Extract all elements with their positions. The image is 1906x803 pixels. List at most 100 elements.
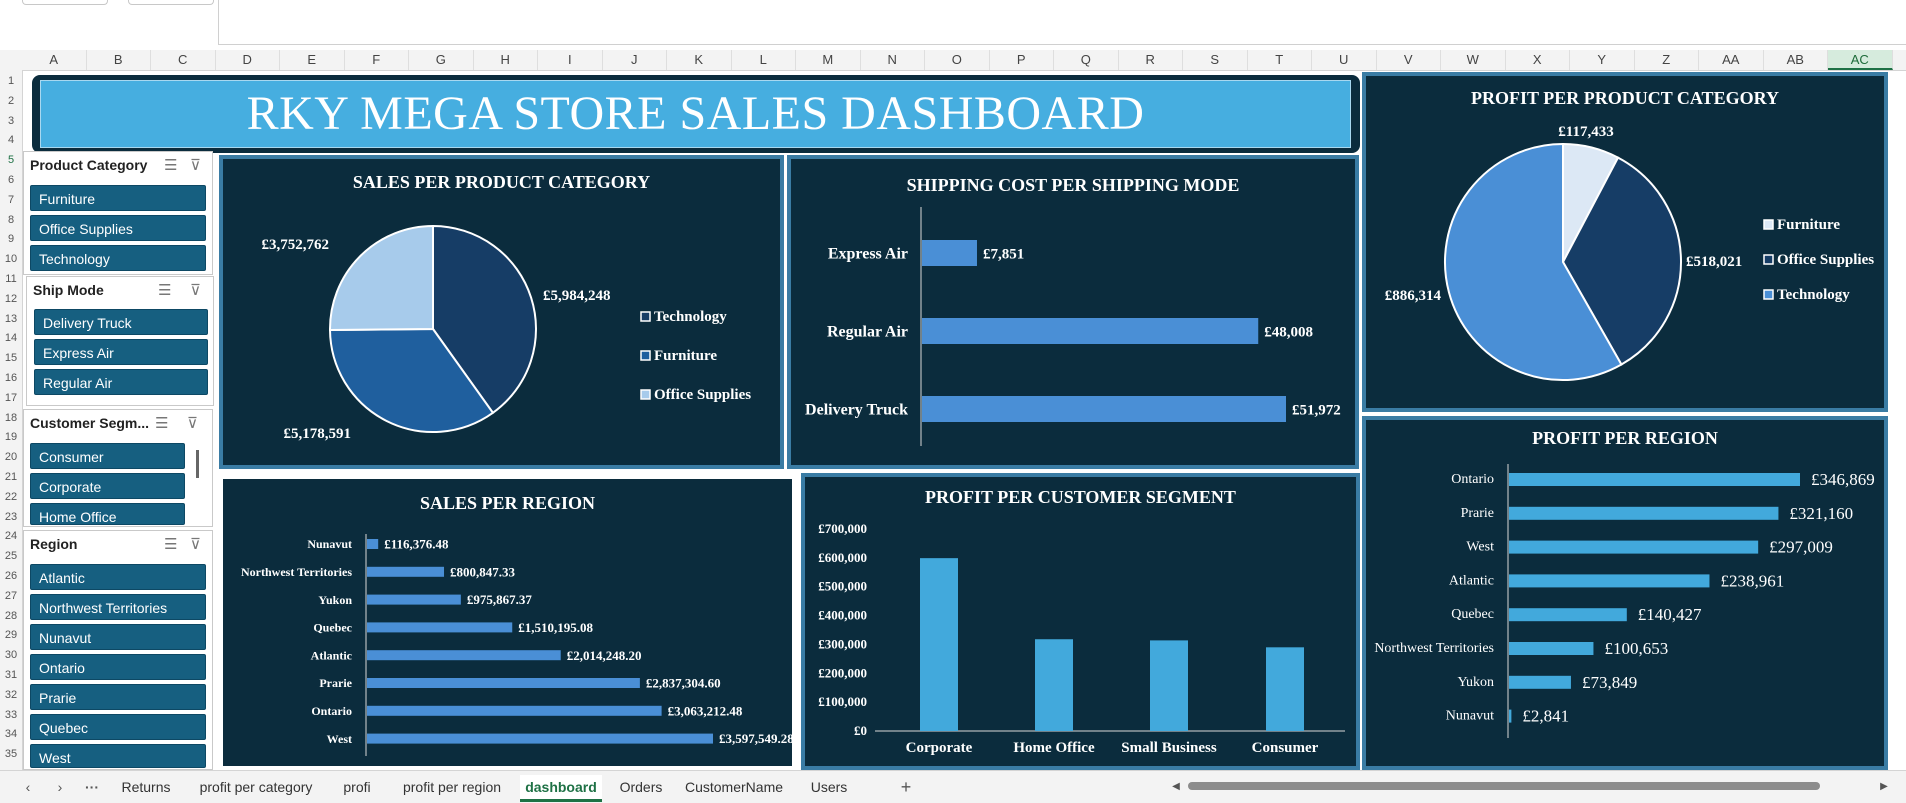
column-header[interactable]: U xyxy=(1312,50,1377,70)
slicer-item[interactable]: West xyxy=(30,744,206,768)
column-header[interactable]: D xyxy=(216,50,280,70)
row-header[interactable]: 7 xyxy=(0,193,22,208)
sheet-tab[interactable]: CustomerName xyxy=(680,775,788,799)
row-header[interactable]: 34 xyxy=(0,727,22,742)
sheet-tab[interactable]: profi xyxy=(334,775,380,799)
column-header[interactable]: AA xyxy=(1699,50,1764,70)
row-header[interactable]: 14 xyxy=(0,331,22,346)
more-sheets-icon[interactable]: ··· xyxy=(82,775,102,799)
sheet-tab[interactable]: dashboard xyxy=(520,775,602,802)
slicer-item[interactable]: Corporate xyxy=(30,473,185,499)
next-sheet-icon[interactable]: › xyxy=(50,775,70,799)
slicer-ship-mode[interactable]: Ship Mode ☰ ⊽ Delivery Truck Express Air… xyxy=(26,276,214,406)
slicer-item[interactable]: Express Air xyxy=(34,339,208,365)
column-header[interactable]: O xyxy=(925,50,990,70)
sheet-tab[interactable]: Orders xyxy=(614,775,668,799)
row-header[interactable]: 27 xyxy=(0,589,22,604)
row-header[interactable]: 33 xyxy=(0,708,22,723)
slicer-scrollbar[interactable] xyxy=(196,450,199,478)
prev-sheet-icon[interactable]: ‹ xyxy=(18,775,38,799)
column-header[interactable]: S xyxy=(1183,50,1248,70)
slicer-item[interactable]: Office Supplies xyxy=(30,215,206,241)
column-header[interactable]: J xyxy=(603,50,667,70)
clear-filter-icon[interactable]: ⊽ xyxy=(190,281,201,299)
column-header[interactable]: Z xyxy=(1635,50,1699,70)
row-header[interactable]: 13 xyxy=(0,312,22,327)
row-header[interactable]: 6 xyxy=(0,173,22,188)
slicer-product-category[interactable]: Product Category ☰ ⊽ Furniture Office Su… xyxy=(23,151,213,275)
row-header[interactable]: 1 xyxy=(0,74,22,89)
row-header[interactable]: 19 xyxy=(0,430,22,445)
row-header[interactable]: 22 xyxy=(0,490,22,505)
row-header[interactable]: 32 xyxy=(0,688,22,703)
row-header[interactable]: 17 xyxy=(0,391,22,406)
sheet-tab[interactable]: Users xyxy=(802,775,856,799)
column-header[interactable]: I xyxy=(538,50,603,70)
row-header[interactable]: 24 xyxy=(0,529,22,544)
row-header[interactable]: 26 xyxy=(0,569,22,584)
multi-select-icon[interactable]: ☰ xyxy=(155,414,168,432)
clear-filter-icon[interactable]: ⊽ xyxy=(190,535,201,553)
column-header[interactable]: N xyxy=(861,50,925,70)
row-header[interactable]: 2 xyxy=(0,94,22,109)
column-header[interactable]: F xyxy=(345,50,409,70)
row-header[interactable]: 15 xyxy=(0,351,22,366)
column-header[interactable]: A xyxy=(22,50,87,70)
row-header[interactable]: 12 xyxy=(0,292,22,307)
horizontal-scrollbar-thumb[interactable] xyxy=(1188,782,1820,790)
row-header[interactable]: 30 xyxy=(0,648,22,663)
slicer-item[interactable]: Regular Air xyxy=(34,369,208,395)
row-header[interactable]: 11 xyxy=(0,272,22,287)
slicer-item[interactable]: Ontario xyxy=(30,654,206,680)
row-header[interactable]: 31 xyxy=(0,668,22,683)
scroll-right-icon[interactable]: ▶ xyxy=(1874,775,1894,799)
row-header[interactable]: 3 xyxy=(0,114,22,129)
slicer-item[interactable]: Consumer xyxy=(30,443,185,469)
row-header[interactable]: 23 xyxy=(0,510,22,525)
slicer-item[interactable]: Prarie xyxy=(30,684,206,710)
name-box[interactable] xyxy=(22,0,108,5)
clear-filter-icon[interactable]: ⊽ xyxy=(187,414,198,432)
multi-select-icon[interactable]: ☰ xyxy=(164,535,177,553)
column-header[interactable]: AB xyxy=(1764,50,1828,70)
column-header[interactable]: K xyxy=(667,50,732,70)
row-header[interactable]: 21 xyxy=(0,470,22,485)
sheet-tab[interactable]: Returns xyxy=(108,775,184,799)
row-header[interactable]: 5 xyxy=(0,153,22,168)
column-header[interactable]: L xyxy=(732,50,796,70)
multi-select-icon[interactable]: ☰ xyxy=(158,281,171,299)
slicer-item[interactable]: Furniture xyxy=(30,185,206,211)
clear-filter-icon[interactable]: ⊽ xyxy=(190,156,201,174)
row-header[interactable]: 8 xyxy=(0,213,22,228)
column-header[interactable]: W xyxy=(1441,50,1506,70)
column-header[interactable]: X xyxy=(1506,50,1570,70)
column-header[interactable]: G xyxy=(409,50,474,70)
row-header[interactable]: 4 xyxy=(0,133,22,148)
column-header[interactable]: V xyxy=(1377,50,1441,70)
slicer-item[interactable]: Technology xyxy=(30,245,206,271)
column-header[interactable]: AC xyxy=(1828,50,1893,70)
multi-select-icon[interactable]: ☰ xyxy=(164,156,177,174)
row-header[interactable]: 16 xyxy=(0,371,22,386)
slicer-item[interactable]: Atlantic xyxy=(30,564,206,590)
column-header[interactable]: B xyxy=(87,50,151,70)
sheet-tab[interactable]: profit per region xyxy=(390,775,514,799)
sheet-tab[interactable]: profit per category xyxy=(186,775,326,799)
slicer-item[interactable]: Quebec xyxy=(30,714,206,740)
slicer-region[interactable]: Region ☰ ⊽ Atlantic Northwest Territorie… xyxy=(23,530,213,770)
slicer-customer-segment[interactable]: Customer Segm... ☰ ⊽ Consumer Corporate … xyxy=(23,409,213,527)
row-header[interactable]: 18 xyxy=(0,411,22,426)
row-header[interactable]: 35 xyxy=(0,747,22,762)
slicer-item[interactable]: Nunavut xyxy=(30,624,206,650)
column-header[interactable]: Q xyxy=(1054,50,1119,70)
slicer-item[interactable]: Northwest Territories xyxy=(30,594,206,620)
formula-controls[interactable] xyxy=(128,0,214,5)
row-header[interactable]: 25 xyxy=(0,549,22,564)
add-sheet-icon[interactable]: + xyxy=(896,775,916,799)
column-header[interactable]: P xyxy=(990,50,1054,70)
slicer-item[interactable]: Home Office xyxy=(30,503,185,525)
column-header[interactable]: Y xyxy=(1570,50,1635,70)
scroll-left-icon[interactable]: ◀ xyxy=(1166,775,1186,799)
slicer-item[interactable]: Delivery Truck xyxy=(34,309,208,335)
row-header[interactable]: 20 xyxy=(0,450,22,465)
